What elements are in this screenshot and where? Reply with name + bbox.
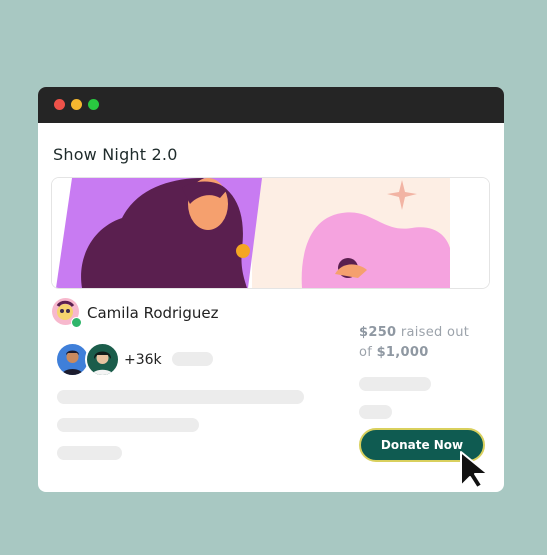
author-name[interactable]: Camila Rodriguez: [87, 304, 218, 322]
placeholder-bar: [57, 446, 122, 460]
supporter-avatar-illustration: [92, 351, 113, 375]
maximize-window-button[interactable]: [88, 99, 99, 110]
minimize-window-button[interactable]: [71, 99, 82, 110]
goal-amount: $1,000: [376, 345, 429, 360]
placeholder-bar: [57, 418, 199, 432]
banner-illustration: [52, 178, 489, 288]
verified-badge-icon: [71, 317, 82, 328]
supporter-count: +36k: [124, 352, 162, 368]
placeholder-bar: [57, 390, 304, 404]
raised-label: raised out: [400, 325, 470, 340]
placeholder-bar: [172, 352, 213, 366]
browser-window: Show Night 2.0 Camila Rodriguez $250 rai…: [38, 87, 504, 492]
pointer-arrow-icon: [460, 451, 489, 489]
campaign-title: Show Night 2.0: [53, 145, 178, 164]
goal-prefix: of: [359, 345, 373, 360]
campaign-banner-image: [51, 177, 490, 289]
close-window-button[interactable]: [54, 99, 65, 110]
placeholder-bar: [359, 377, 431, 391]
supporter-avatar-illustration: [62, 350, 83, 375]
placeholder-bar: [359, 405, 392, 419]
fundraising-progress-text: $250 raised out of $1,000: [359, 323, 494, 363]
supporter-avatar: [85, 342, 120, 377]
supporter-avatar: [57, 344, 88, 375]
window-titlebar: [38, 87, 504, 123]
raised-amount: $250: [359, 325, 397, 340]
